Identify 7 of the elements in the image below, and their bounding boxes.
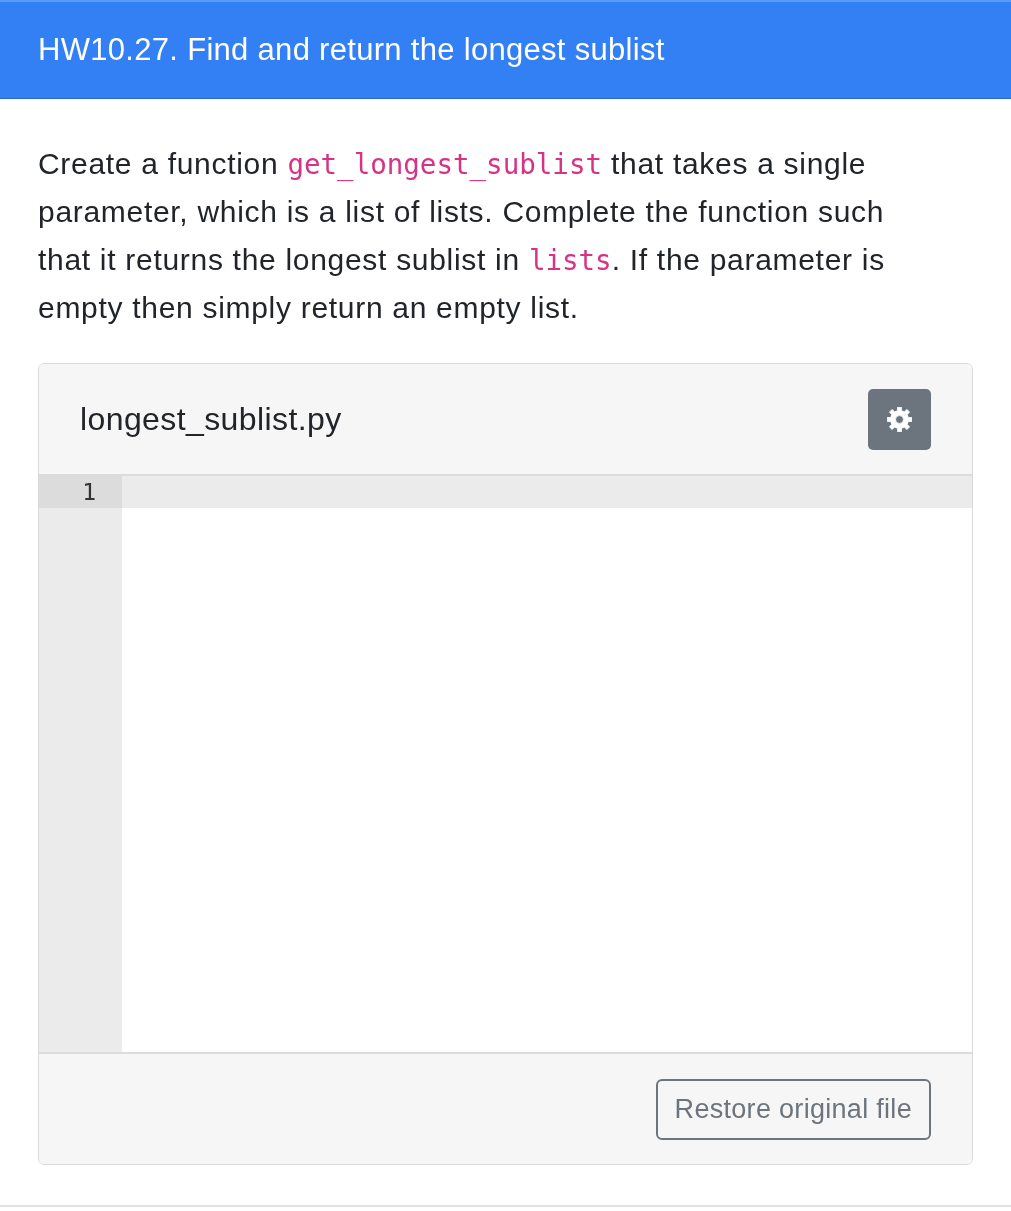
question-title: HW10.27. Find and return the longest sublist <box>38 32 665 68</box>
settings-icon <box>887 406 912 432</box>
file-name: longest_sublist.py <box>80 400 342 438</box>
line-number: 1 <box>39 476 122 508</box>
settings-button[interactable] <box>868 388 931 450</box>
restore-file-button[interactable]: Restore original file <box>655 1078 931 1140</box>
question-text: Create a function get_longest_sublist that takes a single parameter, which is a list of lists. Complete the function such that it returns the longest sublist in lists. If the parameter is empty then simply return an empty list. <box>38 146 886 326</box>
